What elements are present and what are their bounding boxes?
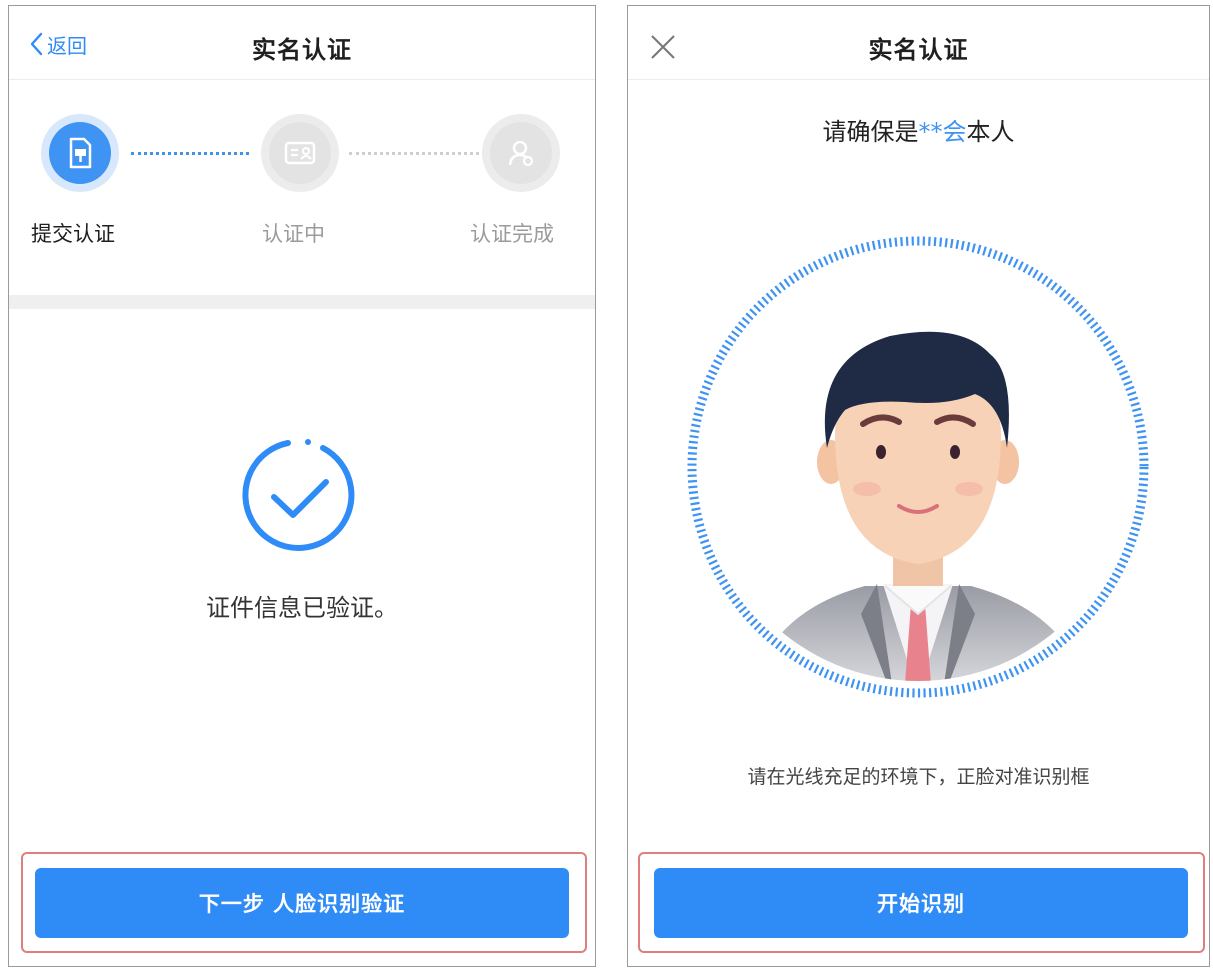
- face-recognition-screen: 实名认证 请确保是**会本人 请在光线充足的环境下，正脸对准识别框 开始识别: [627, 5, 1210, 967]
- step-processing-circle: [261, 114, 339, 192]
- next-face-verification-button[interactable]: 下一步 人脸识别验证: [35, 868, 569, 938]
- confirm-suffix: 本人: [966, 118, 1015, 146]
- face-recognition-frame: [685, 234, 1151, 700]
- step-label-processing: 认证中: [262, 222, 325, 246]
- step-complete-circle: [482, 114, 560, 192]
- step-label-complete: 认证完成: [470, 222, 554, 246]
- check-circle-icon: [238, 434, 360, 556]
- real-name-verification-screen: 返回 实名认证 提交认证 认证中 认证完成 证件信息已验证。 下一步 人脸识别验…: [8, 5, 596, 967]
- step-connector-1: [131, 152, 249, 155]
- step-label-submit: 提交认证: [31, 222, 115, 246]
- identity-confirm-text: 请确保是**会本人: [628, 112, 1209, 147]
- lighting-hint: 请在光线充足的环境下，正脸对准识别框: [747, 766, 1090, 788]
- masked-name: **会: [918, 118, 967, 146]
- step-submit-circle: [41, 114, 119, 192]
- nav-bar: 实名认证: [628, 6, 1209, 80]
- start-recognition-button[interactable]: 开始识别: [654, 868, 1188, 938]
- document-icon: [69, 137, 92, 169]
- verification-status: 证件信息已验证。: [206, 594, 398, 622]
- page-title: 实名认证: [252, 36, 352, 64]
- step-connector-2: [349, 152, 479, 155]
- progress-steps: 提交认证 认证中 认证完成: [9, 114, 595, 264]
- user-check-icon: [508, 140, 534, 167]
- id-card-icon: [284, 141, 316, 165]
- section-divider: [9, 295, 595, 309]
- face-avatar-icon: [745, 331, 1095, 681]
- nav-bar: 返回 实名认证: [9, 6, 595, 80]
- page-title: 实名认证: [868, 36, 969, 64]
- confirm-prefix: 请确保是: [822, 118, 919, 146]
